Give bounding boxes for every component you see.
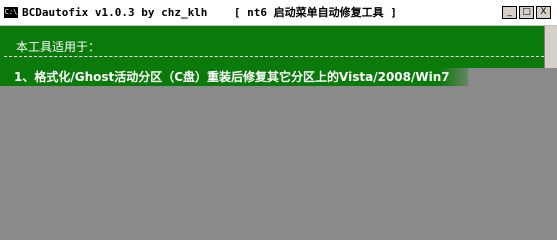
console-window: C:\ BCDautofix v1.0.3 by chz_klh [ nt6 启…	[0, 0, 557, 239]
close-button[interactable]: X	[536, 6, 551, 19]
text-fade-out	[440, 68, 480, 86]
dashed-divider	[4, 56, 544, 57]
window-title: BCDautofix v1.0.3 by chz_klh [ nt6 启动菜单自…	[22, 6, 397, 19]
console-output: 本工具适用于：	[0, 26, 544, 68]
intro-text: 本工具适用于：	[16, 40, 101, 54]
console-app-icon[interactable]: C:\	[4, 7, 18, 18]
title-bar[interactable]: C:\ BCDautofix v1.0.3 by chz_klh [ nt6 启…	[0, 0, 557, 26]
usage-item-1: 1、格式化/Ghost活动分区（C盘）重装后修复其它分区上的Vista/2008…	[14, 70, 450, 84]
maximize-button[interactable]: □	[519, 6, 534, 19]
vertical-scrollbar[interactable]	[544, 26, 557, 68]
minimize-button[interactable]: _	[502, 6, 517, 19]
